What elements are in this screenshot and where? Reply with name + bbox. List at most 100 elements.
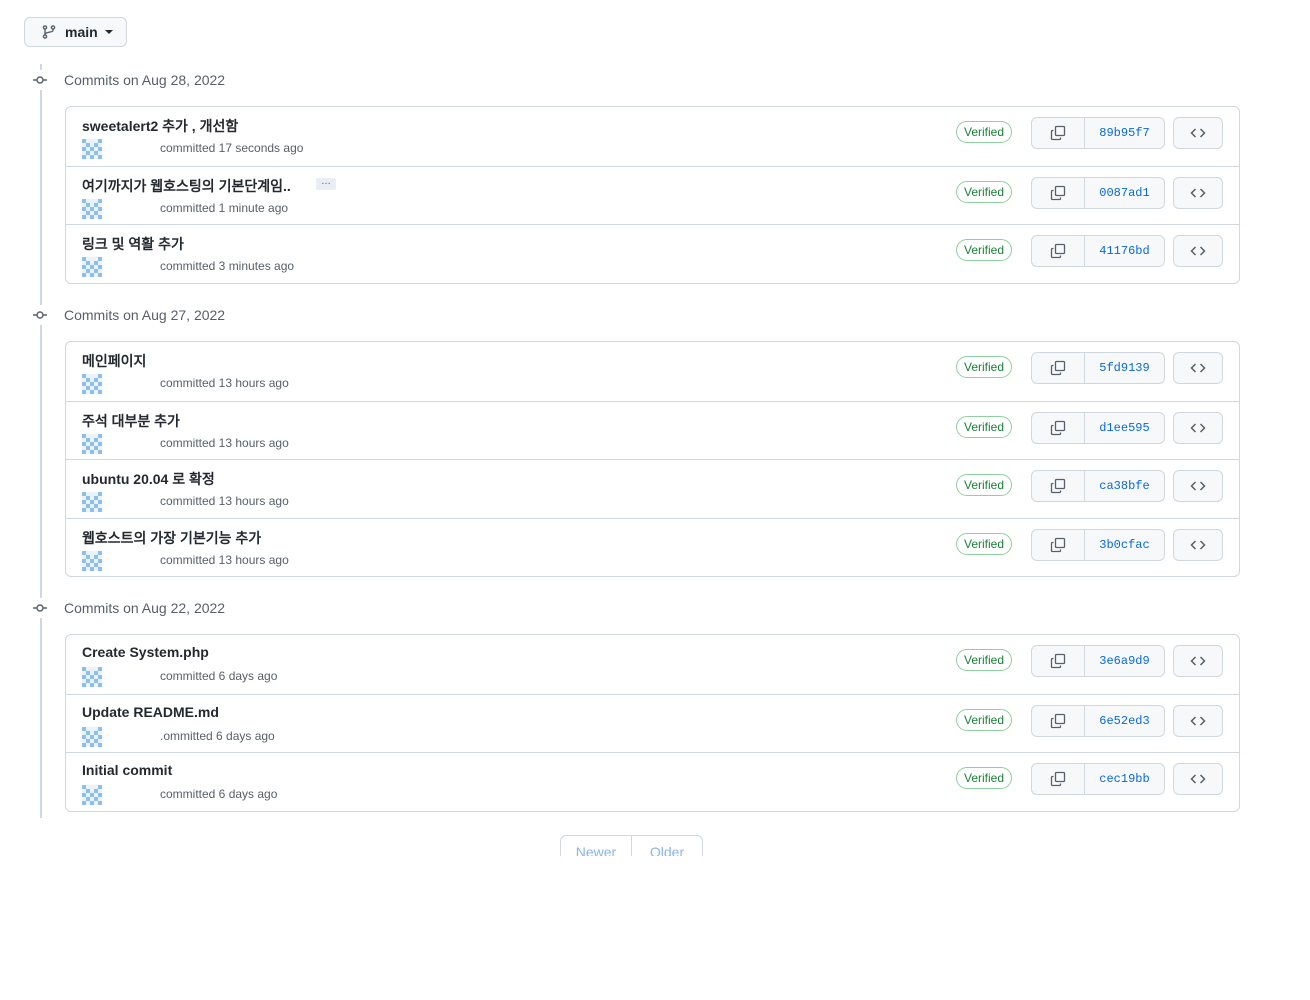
verified-badge[interactable]: Verified <box>956 474 1013 496</box>
copy-sha-button[interactable] <box>1032 646 1085 676</box>
expand-message-button[interactable]: … <box>316 176 336 190</box>
identicon-avatar[interactable] <box>82 198 102 219</box>
sha-button-group: 5fd9139 <box>1031 352 1165 384</box>
copy-sha-button[interactable] <box>1032 471 1085 501</box>
identicon-avatar[interactable] <box>82 139 102 159</box>
sha-button-group: 41176bd <box>1031 235 1165 267</box>
browse-repo-button[interactable] <box>1173 117 1223 149</box>
commit-message-link[interactable]: 주석 대부분 추가 <box>82 411 180 431</box>
newer-button[interactable]: Newer <box>561 836 632 856</box>
verified-badge[interactable]: Verified <box>956 708 1013 731</box>
code-icon <box>1190 481 1206 491</box>
commit-meta: committed 17 seconds ago <box>160 141 304 155</box>
commit-sha-link[interactable]: 0087ad1 <box>1085 178 1164 208</box>
commit-message-link[interactable]: 링크 및 역활 추가 <box>82 234 184 254</box>
copy-icon <box>1050 420 1066 435</box>
identicon-avatar[interactable] <box>82 550 102 571</box>
identicon-avatar[interactable] <box>82 726 102 747</box>
commit-group-title: Commits on Aug 22, 2022 <box>64 600 226 616</box>
commit-meta: committed 3 minutes ago <box>160 259 295 273</box>
commit-sha-link[interactable]: 89b95f7 <box>1085 118 1164 148</box>
copy-icon <box>1050 771 1066 787</box>
copy-sha-button[interactable] <box>1032 353 1085 383</box>
sha-button-group: ca38bfe <box>1031 470 1165 502</box>
copy-sha-button[interactable] <box>1032 705 1085 736</box>
commit-message-link[interactable]: Initial commit <box>82 762 172 778</box>
verified-badge[interactable]: Verified <box>956 239 1013 261</box>
verified-badge[interactable]: Verified <box>956 121 1013 143</box>
commit-message-link[interactable]: sweetalert2 추가 , 개선함 <box>82 116 238 136</box>
code-icon <box>1190 539 1206 550</box>
commit-row: 웹호스트의 가장 기본기능 추가 committed 13 hours ago … <box>66 517 1239 577</box>
copy-icon <box>1050 653 1066 669</box>
copy-sha-button[interactable] <box>1032 412 1085 443</box>
browse-repo-button[interactable] <box>1173 176 1223 209</box>
older-button[interactable]: Older <box>632 836 702 856</box>
sha-button-group: 0087ad1 <box>1031 176 1165 209</box>
verified-badge[interactable]: Verified <box>956 415 1013 438</box>
browse-repo-button[interactable] <box>1173 352 1223 384</box>
commit-meta: committed 1 minute ago <box>160 200 289 215</box>
code-icon <box>1190 656 1206 666</box>
commit-message-link[interactable]: Create System.php <box>82 644 209 660</box>
browse-repo-button[interactable] <box>1173 528 1223 561</box>
commit-group-title: Commits on Aug 28, 2022 <box>64 72 226 88</box>
identicon-avatar[interactable] <box>82 492 102 512</box>
verified-badge[interactable]: Verified <box>956 180 1013 203</box>
commit-sha-link[interactable]: ca38bfe <box>1085 471 1164 501</box>
copy-sha-button[interactable] <box>1032 529 1085 560</box>
commit-message-link[interactable]: 웹호스트의 가장 기본기능 추가 <box>82 528 261 548</box>
browse-repo-button[interactable] <box>1173 470 1223 502</box>
identicon-avatar[interactable] <box>82 374 102 394</box>
identicon-avatar[interactable] <box>82 785 102 805</box>
copy-icon <box>1050 537 1066 552</box>
commit-row: Create System.php committed 6 days ago V… <box>66 635 1239 694</box>
commit-sha-link[interactable]: 5fd9139 <box>1085 353 1164 383</box>
copy-sha-button[interactable] <box>1032 236 1085 266</box>
sha-button-group: 3e6a9d9 <box>1031 645 1165 677</box>
code-icon <box>1190 187 1206 198</box>
copy-sha-button[interactable] <box>1032 177 1085 208</box>
commit-message-link[interactable]: Update README.md <box>82 704 219 720</box>
identicon-avatar[interactable] <box>82 667 102 687</box>
copy-icon <box>1050 243 1066 259</box>
commit-message-link[interactable]: 메인페이지 <box>82 351 146 371</box>
git-branch-icon <box>41 24 57 40</box>
commit-meta: .ommitted 6 days ago <box>160 728 275 743</box>
browse-repo-button[interactable] <box>1173 235 1223 267</box>
commit-row: Update README.md .ommitted 6 days ago Ve… <box>66 693 1239 753</box>
branch-select-button[interactable]: main <box>24 17 127 47</box>
verified-badge[interactable]: Verified <box>956 649 1013 671</box>
commit-sha-link[interactable]: 3b0cfac <box>1085 530 1164 560</box>
commit-sha-link[interactable]: 3e6a9d9 <box>1085 646 1164 676</box>
browse-repo-button[interactable] <box>1173 704 1223 737</box>
commit-meta: committed 13 hours ago <box>160 435 289 450</box>
verified-badge[interactable]: Verified <box>956 532 1013 555</box>
copy-sha-button[interactable] <box>1032 764 1085 794</box>
commit-message-link[interactable]: ubuntu 20.04 로 확정 <box>82 469 215 489</box>
commit-sha-link[interactable]: d1ee595 <box>1085 413 1164 443</box>
sha-button-group: 89b95f7 <box>1031 117 1165 149</box>
identicon-avatar[interactable] <box>82 433 102 454</box>
git-commit-icon <box>30 305 50 325</box>
browse-repo-button[interactable] <box>1173 411 1223 444</box>
browse-repo-button[interactable] <box>1173 763 1223 795</box>
commit-group-list: 메인페이지 committed 13 hours ago Verified 5f… <box>65 341 1240 577</box>
commit-group-list: Create System.php committed 6 days ago V… <box>65 634 1240 812</box>
code-icon <box>1190 715 1206 726</box>
copy-sha-button[interactable] <box>1032 118 1085 148</box>
identicon-avatar[interactable] <box>82 257 102 277</box>
commit-sha-link[interactable]: 6e52ed3 <box>1085 706 1164 736</box>
copy-icon <box>1050 478 1066 494</box>
commit-sha-link[interactable]: cec19bb <box>1085 764 1164 794</box>
sha-button-group: 3b0cfac <box>1031 528 1165 561</box>
browse-repo-button[interactable] <box>1173 645 1223 677</box>
commit-sha-link[interactable]: 41176bd <box>1085 236 1164 266</box>
commit-row: 여기까지가 웹호스팅의 기본단계임.. … committed 1 minute… <box>66 165 1239 225</box>
commit-row: 주석 대부분 추가 committed 13 hours ago Verifie… <box>66 400 1239 460</box>
commit-meta: committed 6 days ago <box>160 669 278 683</box>
commit-message-link[interactable]: 여기까지가 웹호스팅의 기본단계임.. <box>82 176 291 196</box>
verified-badge[interactable]: Verified <box>956 356 1013 378</box>
commit-group-header: Commits on Aug 22, 2022 <box>30 598 225 618</box>
verified-badge[interactable]: Verified <box>956 767 1013 789</box>
